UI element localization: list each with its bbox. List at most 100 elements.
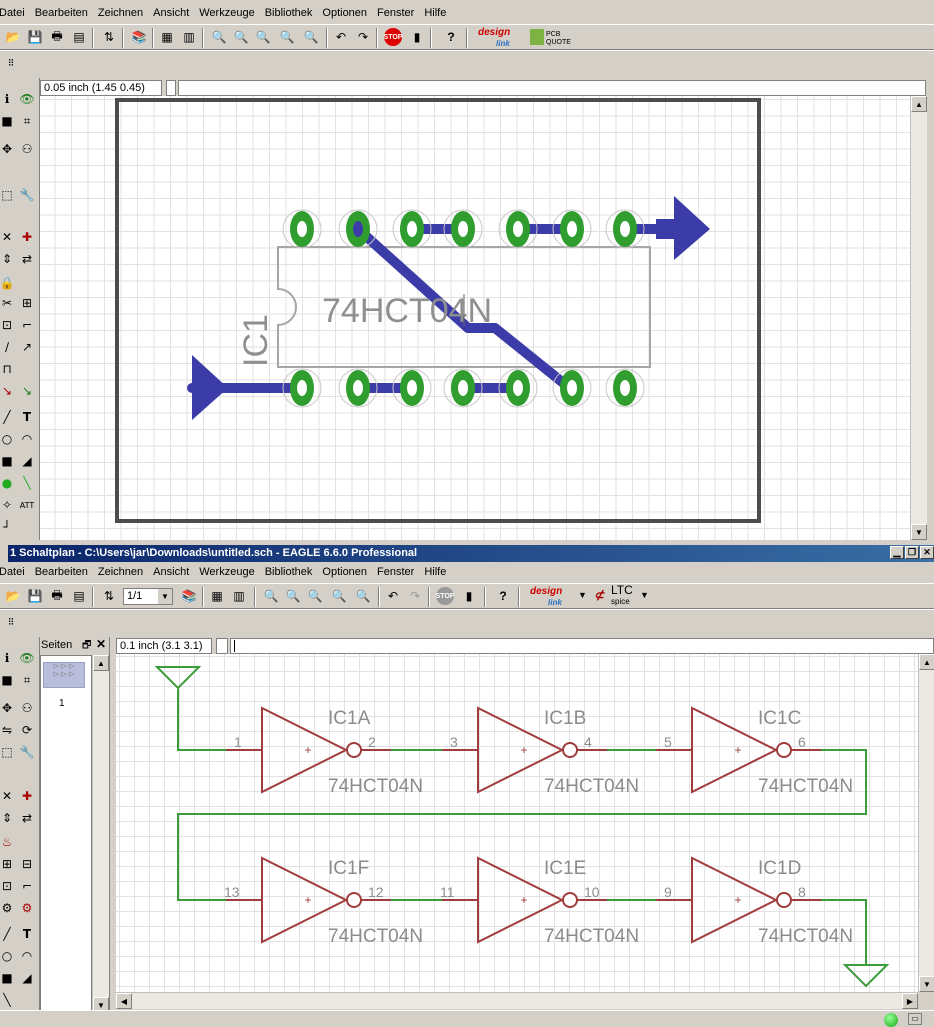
zoom-in-icon[interactable]: 🔍 bbox=[232, 28, 250, 46]
value-icon[interactable]: ⊟ bbox=[18, 855, 36, 873]
miter-icon[interactable]: ⌐ bbox=[18, 316, 36, 334]
help-icon[interactable]: ? bbox=[442, 28, 460, 46]
schematic-command-line[interactable] bbox=[230, 638, 934, 654]
menu-datei[interactable]: Datei bbox=[0, 566, 30, 578]
menu-ansicht[interactable]: Ansicht bbox=[148, 7, 194, 19]
scroll-up-icon[interactable]: ▲ bbox=[93, 655, 109, 671]
copy-icon[interactable]: ⚇ bbox=[18, 140, 36, 158]
minimize-button[interactable]: ▁ bbox=[890, 546, 904, 559]
route-icon[interactable]: ⊡ bbox=[0, 316, 16, 334]
menu-bearbeiten[interactable]: Bearbeiten bbox=[30, 566, 93, 578]
change-icon[interactable]: 🔧 bbox=[18, 186, 36, 204]
line-icon[interactable]: ╱ bbox=[0, 408, 16, 426]
save-icon[interactable]: 💾 bbox=[26, 28, 44, 46]
page-thumbnail[interactable]: ▷·▷·▷ ▷·▷·▷ bbox=[43, 662, 85, 688]
cam-icon[interactable]: ▤ bbox=[70, 28, 88, 46]
lock-icon[interactable]: 🔒 bbox=[0, 274, 16, 292]
script-icon[interactable]: ▦ bbox=[158, 28, 176, 46]
gateswap-icon[interactable]: ♨ bbox=[0, 833, 16, 851]
rotate-icon[interactable]: ⟳ bbox=[18, 721, 36, 739]
open-icon[interactable]: 📂 bbox=[4, 587, 22, 605]
change-icon[interactable]: 🔧 bbox=[18, 743, 36, 761]
menu-werkzeuge[interactable]: Werkzeuge bbox=[194, 566, 259, 578]
zoom-in-icon[interactable]: 🔍 bbox=[284, 587, 302, 605]
smash-icon[interactable]: ⊡ bbox=[0, 877, 16, 895]
zoom-select-icon[interactable]: 🔍 bbox=[354, 587, 372, 605]
zoom-redraw-icon[interactable]: 🔍 bbox=[330, 587, 348, 605]
meander-icon[interactable]: ⊓ bbox=[0, 360, 16, 378]
menu-fenster[interactable]: Fenster bbox=[372, 566, 419, 578]
menu-werkzeuge[interactable]: Werkzeuge bbox=[194, 7, 259, 19]
scroll-up-icon[interactable]: ▲ bbox=[911, 96, 927, 112]
show-icon[interactable]: 👁 bbox=[18, 649, 36, 667]
add-icon[interactable]: ✚ bbox=[18, 787, 36, 805]
show-icon[interactable]: 👁 bbox=[18, 90, 36, 108]
add-icon[interactable]: ✚ bbox=[18, 228, 36, 246]
rect-icon[interactable]: ■ bbox=[0, 969, 16, 987]
rect-icon[interactable]: ■ bbox=[0, 452, 16, 470]
text-icon[interactable]: T bbox=[18, 408, 36, 426]
scroll-right-icon[interactable]: ▶ bbox=[902, 993, 918, 1009]
help-icon[interactable]: ? bbox=[494, 587, 512, 605]
board-vscrollbar[interactable]: ▲ ▼ bbox=[910, 96, 927, 540]
ratsnest-icon[interactable]: ↘ bbox=[18, 382, 36, 400]
scroll-left-icon[interactable]: ◀ bbox=[116, 993, 132, 1009]
scroll-down-icon[interactable]: ▼ bbox=[911, 524, 927, 540]
grid-icon[interactable]: ⠿ bbox=[2, 613, 20, 631]
circle-icon[interactable]: ○ bbox=[0, 430, 16, 448]
mirror-icon[interactable]: ⇋ bbox=[0, 721, 16, 739]
menu-bearbeiten[interactable]: Bearbeiten bbox=[30, 7, 93, 19]
via-icon[interactable]: ● bbox=[0, 474, 16, 492]
info-icon[interactable]: ℹ bbox=[0, 90, 16, 108]
designlink-logo[interactable]: design link bbox=[530, 586, 562, 608]
pinswap-icon[interactable]: ⇕ bbox=[0, 250, 16, 268]
menu-zeichnen[interactable]: Zeichnen bbox=[93, 566, 148, 578]
pages-close-icon[interactable]: ✕ bbox=[96, 637, 106, 651]
pages-vscrollbar[interactable]: ▲ ▼ bbox=[92, 655, 109, 1013]
schematic-hscrollbar[interactable]: ◀ ▶ bbox=[116, 992, 918, 1009]
menu-datei[interactable]: Datei bbox=[0, 7, 30, 19]
wire-icon[interactable]: ╱ bbox=[0, 925, 16, 943]
menu-hilfe[interactable]: Hilfe bbox=[419, 7, 451, 19]
board-canvas[interactable]: 74HCT04N IC1 bbox=[40, 96, 910, 540]
scroll-up-icon[interactable]: ▲ bbox=[919, 654, 934, 670]
menu-bibliothek[interactable]: Bibliothek bbox=[260, 7, 318, 19]
go-icon[interactable]: ▮ bbox=[408, 28, 426, 46]
split-icon[interactable]: ⚙ bbox=[0, 899, 16, 917]
menu-ansicht[interactable]: Ansicht bbox=[148, 566, 194, 578]
replace-icon[interactable]: ⇄ bbox=[18, 250, 36, 268]
undo-icon[interactable]: ↶ bbox=[332, 28, 350, 46]
redo-icon[interactable]: ↷ bbox=[406, 587, 424, 605]
zoom-out-icon[interactable]: 🔍 bbox=[306, 587, 324, 605]
redo-icon[interactable]: ↷ bbox=[354, 28, 372, 46]
schematic-canvas[interactable]: + + + + + + IC1A 74HCT04N 1 2 IC1B 74HCT… bbox=[116, 654, 934, 992]
autorouter-icon[interactable]: ↘ bbox=[0, 382, 16, 400]
replace-icon[interactable]: ⇄ bbox=[18, 809, 36, 827]
move-icon[interactable]: ✥ bbox=[0, 699, 16, 717]
dimension-icon[interactable]: ┘ bbox=[0, 518, 16, 536]
ripup-icon[interactable]: ↗ bbox=[18, 338, 36, 356]
copy-icon[interactable]: ⚇ bbox=[18, 699, 36, 717]
zoom-fit-icon[interactable]: 🔍 bbox=[262, 587, 280, 605]
miter-icon[interactable]: ⌐ bbox=[18, 877, 36, 895]
ulp-icon[interactable]: ▥ bbox=[230, 587, 248, 605]
delete-icon[interactable]: ✕ bbox=[0, 228, 16, 246]
schematic-vscrollbar[interactable]: ▲ ▼ bbox=[918, 654, 934, 992]
stop-icon[interactable]: STOP bbox=[384, 28, 402, 46]
undo-icon[interactable]: ↶ bbox=[384, 587, 402, 605]
name-icon[interactable]: ⊞ bbox=[0, 855, 16, 873]
hole-icon[interactable]: ✧ bbox=[0, 496, 16, 514]
signal-icon[interactable]: ╲ bbox=[18, 474, 36, 492]
info-icon[interactable]: ℹ bbox=[0, 649, 16, 667]
grid-icon[interactable]: ⠿ bbox=[2, 54, 20, 72]
attribute-icon[interactable]: ATT bbox=[18, 496, 36, 514]
net-icon[interactable]: ╲ bbox=[0, 991, 16, 1009]
group-icon[interactable]: ⬚ bbox=[0, 743, 16, 761]
text-icon[interactable]: T bbox=[18, 925, 36, 943]
pinswap-icon[interactable]: ⇕ bbox=[0, 809, 16, 827]
wire-icon[interactable]: ∕ bbox=[0, 338, 16, 356]
print-icon[interactable]: 🖶 bbox=[48, 587, 66, 605]
zoom-redraw-icon[interactable]: 🔍 bbox=[278, 28, 296, 46]
invoke-icon[interactable]: ⚙ bbox=[18, 899, 36, 917]
polygon-icon[interactable]: ◢ bbox=[18, 969, 36, 987]
